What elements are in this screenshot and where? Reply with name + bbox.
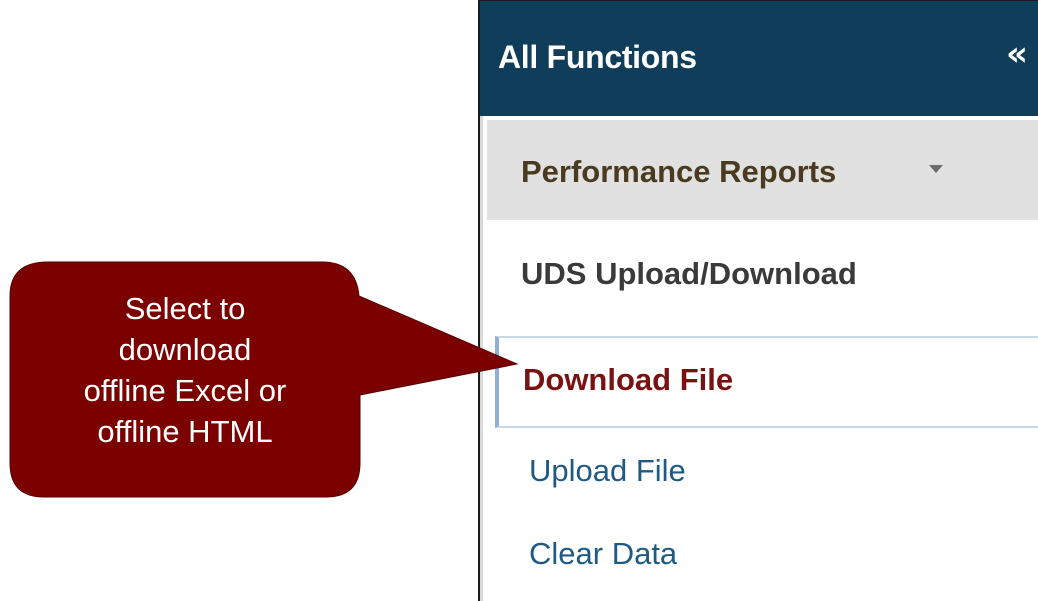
screenshot-stage: All Functions « Performance Reports UDS … [0, 0, 1038, 601]
callout-line: offline Excel or [83, 373, 287, 408]
collapse-double-chevron-icon[interactable]: « [1006, 35, 1028, 73]
panel-header: All Functions « [480, 0, 1038, 116]
caret-down-icon [929, 165, 943, 173]
panel-menu: Performance Reports UDS Upload/Download … [480, 116, 1038, 601]
menu-item-download-file[interactable]: Download File [495, 336, 1038, 428]
callout-text: Select to download offline Excel or offl… [10, 288, 360, 452]
callout-line: Select to [124, 291, 246, 326]
callout-line: download [118, 332, 252, 367]
menu-item-upload-file[interactable]: Upload File [529, 453, 686, 489]
menu-group-performance-reports[interactable]: Performance Reports [487, 120, 1038, 220]
callout-line: offline HTML [97, 414, 273, 449]
menu-item-clear-data[interactable]: Clear Data [529, 536, 677, 572]
menu-group-label: Performance Reports [521, 154, 837, 189]
panel-title: All Functions [498, 39, 697, 75]
all-functions-panel: All Functions « Performance Reports UDS … [478, 0, 1038, 601]
menu-subgroup-uds-upload-download[interactable]: UDS Upload/Download [521, 256, 857, 292]
menu-item-label: Download File [523, 362, 734, 397]
